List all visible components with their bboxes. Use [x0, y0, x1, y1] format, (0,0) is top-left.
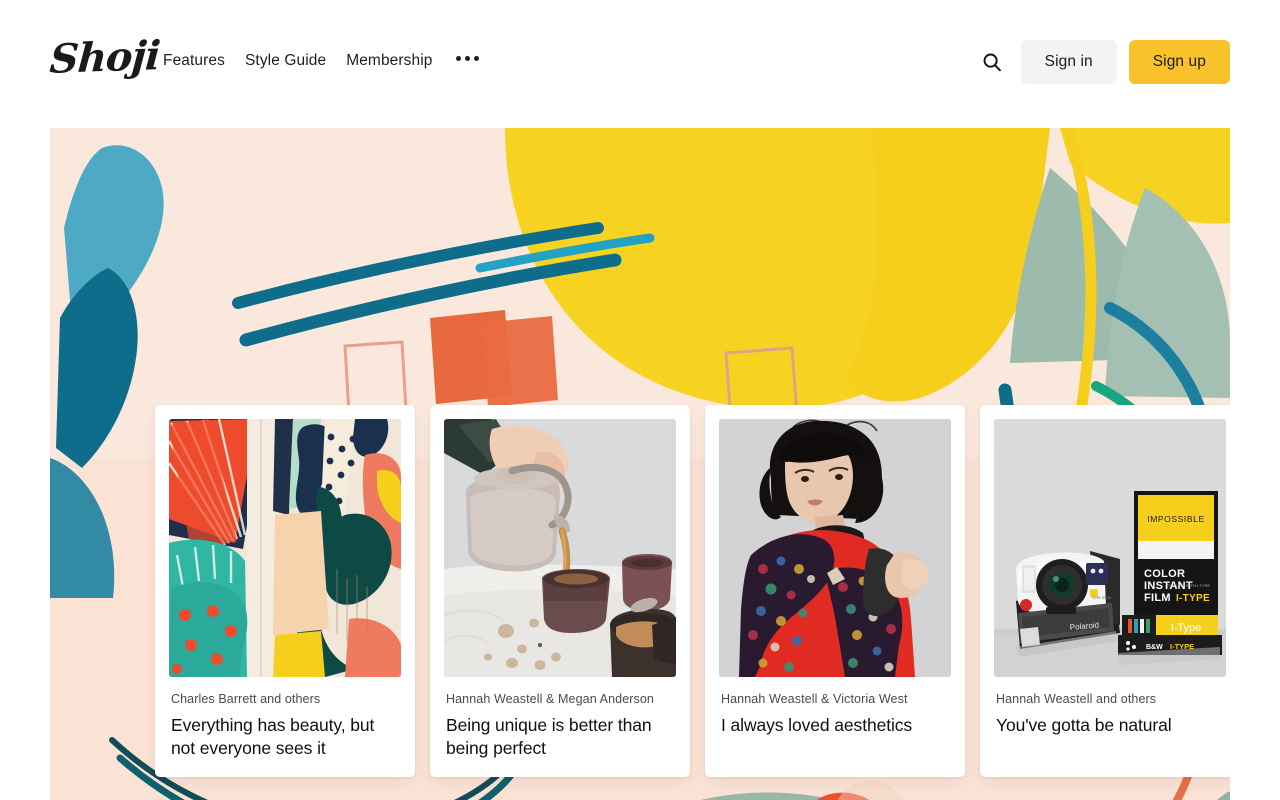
card-title: I always loved aesthetics — [721, 714, 951, 737]
svg-text:One Step: One Step — [1092, 595, 1112, 600]
svg-text:B&W: B&W — [1146, 644, 1163, 651]
site-logo[interactable]: Shoji — [48, 36, 160, 80]
sign-in-button[interactable]: Sign in — [1021, 40, 1117, 84]
polaroid-camera-instant-film-image: IMPOSSIBLE COLOR INSTANT FILM I-TYPE FOR… — [994, 419, 1226, 677]
svg-text:I-Type: I-Type — [1171, 622, 1202, 634]
sign-up-button[interactable]: Sign up — [1129, 40, 1230, 84]
nav-item-style-guide[interactable]: Style Guide — [245, 52, 326, 70]
film-brand-text: IMPOSSIBLE — [1147, 514, 1205, 524]
header-actions: Sign in Sign up — [970, 40, 1230, 84]
search-icon[interactable] — [970, 41, 1014, 83]
svg-text:COLOR: COLOR — [1144, 568, 1185, 580]
card-text: Hannah Weastell and others You've gotta … — [994, 677, 1226, 755]
svg-text:FOR USE WITH I-TYPE: FOR USE WITH I-TYPE — [1167, 583, 1210, 588]
nav-item-membership[interactable]: Membership — [346, 52, 432, 70]
card-text: Hannah Weastell & Megan Anderson Being u… — [444, 677, 676, 778]
card-title: Everything has beauty, but not everyone … — [171, 714, 401, 760]
portrait-woman-red-patterned-garment-image — [719, 419, 951, 677]
card-author: Hannah Weastell & Megan Anderson — [446, 691, 676, 707]
site-header: Shoji Features Style Guide Membership Si… — [0, 0, 1280, 128]
ellipsis-icon[interactable] — [452, 56, 483, 67]
article-card[interactable]: Charles Barrett and others Everything ha… — [155, 405, 415, 777]
abstract-collage-artwork-image — [169, 419, 401, 677]
hero-banner: Charles Barrett and others Everything ha… — [50, 128, 1230, 800]
article-card[interactable]: Hannah Weastell & Megan Anderson Being u… — [430, 405, 690, 777]
nav-item-features[interactable]: Features — [163, 52, 225, 70]
article-card[interactable]: IMPOSSIBLE COLOR INSTANT FILM I-TYPE FOR… — [980, 405, 1230, 777]
card-author: Hannah Weastell and others — [996, 691, 1226, 707]
card-text: Charles Barrett and others Everything ha… — [169, 677, 401, 778]
svg-text:I-TYPE: I-TYPE — [1176, 593, 1210, 604]
card-title: You've gotta be natural — [996, 714, 1226, 737]
card-title: Being unique is better than being perfec… — [446, 714, 676, 760]
card-author: Charles Barrett and others — [171, 691, 401, 707]
pouring-tea-ceramic-kettle-image — [444, 419, 676, 677]
svg-text:FILM: FILM — [1144, 592, 1171, 604]
card-author: Hannah Weastell & Victoria West — [721, 691, 951, 707]
article-card[interactable]: Hannah Weastell & Victoria West I always… — [705, 405, 965, 777]
card-text: Hannah Weastell & Victoria West I always… — [719, 677, 951, 755]
main-navigation: Features Style Guide Membership — [163, 52, 483, 70]
featured-card-list: Charles Barrett and others Everything ha… — [155, 405, 1227, 777]
